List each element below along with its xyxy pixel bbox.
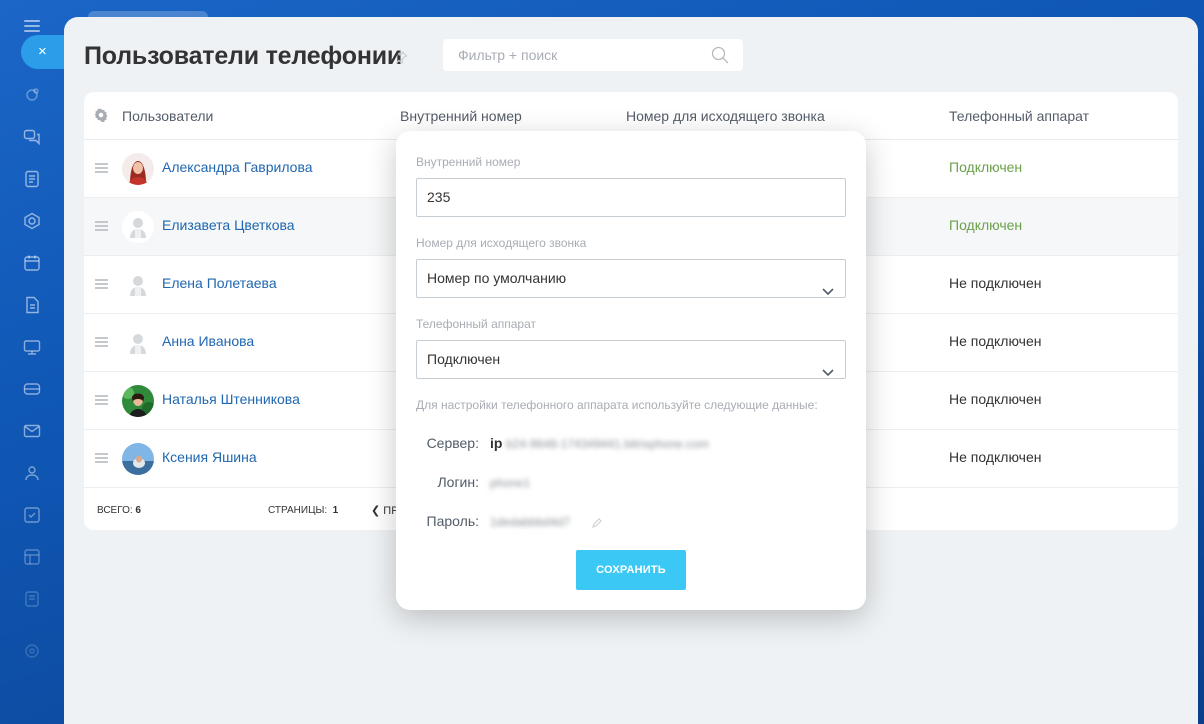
user-phone-settings-popup: Внутренний номер 235 Номер для исходящег… <box>396 131 866 610</box>
hexagon-icon[interactable] <box>23 212 41 230</box>
chevron-down-icon <box>822 354 834 377</box>
user-name-link[interactable]: Елена Полетаева <box>162 275 277 291</box>
avatar <box>122 327 154 359</box>
edit-password-icon[interactable] <box>592 515 602 528</box>
left-rail: × <box>0 0 67 724</box>
password-label: Пароль: <box>426 513 479 529</box>
device-status: Не подключен <box>949 391 1042 407</box>
chevron-down-icon <box>822 273 834 296</box>
close-slider-button[interactable]: × <box>21 35 67 69</box>
gear-icon[interactable] <box>94 108 108 123</box>
pin-icon[interactable] <box>394 50 408 64</box>
inbox-icon[interactable] <box>23 380 41 398</box>
pages-count: СТРАНИЦЫ: 1 <box>268 505 339 516</box>
extension-input[interactable]: 235 <box>416 178 846 217</box>
task-icon[interactable] <box>23 506 41 524</box>
device-selected-value: Подключен <box>427 351 501 367</box>
column-header-device[interactable]: Телефонный аппарат <box>949 108 1089 124</box>
avatar <box>122 269 154 301</box>
column-header-extension[interactable]: Внутренний номер <box>400 108 522 124</box>
drag-handle-icon[interactable] <box>95 337 108 347</box>
drag-handle-icon[interactable] <box>95 395 108 405</box>
device-label: Телефонный аппарат <box>416 317 536 331</box>
settings-icon[interactable] <box>23 642 41 660</box>
avatar <box>122 211 154 243</box>
device-status: Не подключен <box>949 449 1042 465</box>
document-icon[interactable] <box>23 296 41 314</box>
outgoing-label: Номер для исходящего звонка <box>416 236 587 250</box>
login-label: Логин: <box>437 474 479 490</box>
search-box[interactable] <box>443 39 743 71</box>
menu-icon[interactable] <box>24 20 40 32</box>
device-status: Не подключен <box>949 275 1042 291</box>
password-value: 1dedabbbd4d7 <box>490 515 571 529</box>
save-button[interactable]: Сохранить <box>576 550 686 590</box>
outgoing-selected-value: Номер по умолчанию <box>427 270 567 286</box>
column-header-outgoing[interactable]: Номер для исходящего звонка <box>626 108 825 124</box>
device-status: Не подключен <box>949 333 1042 349</box>
chat-icon[interactable] <box>23 128 41 146</box>
calendar-icon[interactable] <box>23 254 41 272</box>
outgoing-select[interactable]: Номер по умолчанию <box>416 259 846 298</box>
device-status: Подключен <box>949 217 1023 233</box>
user-name-link[interactable]: Александра Гаврилова <box>162 159 313 175</box>
page-title: Пользователи телефонии <box>84 42 403 70</box>
user-name-link[interactable]: Анна Иванова <box>162 333 254 349</box>
prev-page-link[interactable]: ❮ ПР <box>371 504 399 517</box>
drag-handle-icon[interactable] <box>95 221 108 231</box>
device-select[interactable]: Подключен <box>416 340 846 379</box>
grid-icon[interactable] <box>23 548 41 566</box>
chevron-left-icon: ❮ <box>371 505 381 517</box>
feed-icon[interactable] <box>23 170 41 188</box>
users-icon[interactable] <box>23 464 41 482</box>
search-input[interactable] <box>443 39 703 71</box>
user-name-link[interactable]: Наталья Штенникова <box>162 391 300 407</box>
drag-handle-icon[interactable] <box>95 453 108 463</box>
drag-handle-icon[interactable] <box>95 279 108 289</box>
drag-handle-icon[interactable] <box>95 163 108 173</box>
device-setup-hint: Для настройки телефонного аппарата испол… <box>416 398 818 412</box>
device-status: Подключен <box>949 159 1023 175</box>
user-name-link[interactable]: Ксения Яшина <box>162 449 257 465</box>
avatar <box>122 443 154 475</box>
avatar <box>122 385 154 417</box>
search-icon[interactable] <box>711 46 729 64</box>
user-name-link[interactable]: Елизавета Цветкова <box>162 217 295 233</box>
login-value: phone1 <box>490 476 531 490</box>
extension-label: Внутренний номер <box>416 155 521 169</box>
mail-icon[interactable] <box>23 422 41 440</box>
server-label: Сервер: <box>426 435 479 451</box>
server-prefix: ip <box>490 435 503 451</box>
bot-icon[interactable] <box>23 86 41 104</box>
avatar <box>122 153 154 185</box>
total-count: ВСЕГО: 6 <box>97 505 141 516</box>
server-value: b24-9648-174349441.bitrixphone.com <box>506 437 709 451</box>
column-header-users[interactable]: Пользователи <box>122 108 213 124</box>
board-icon[interactable] <box>23 338 41 356</box>
store-icon[interactable] <box>23 590 41 608</box>
